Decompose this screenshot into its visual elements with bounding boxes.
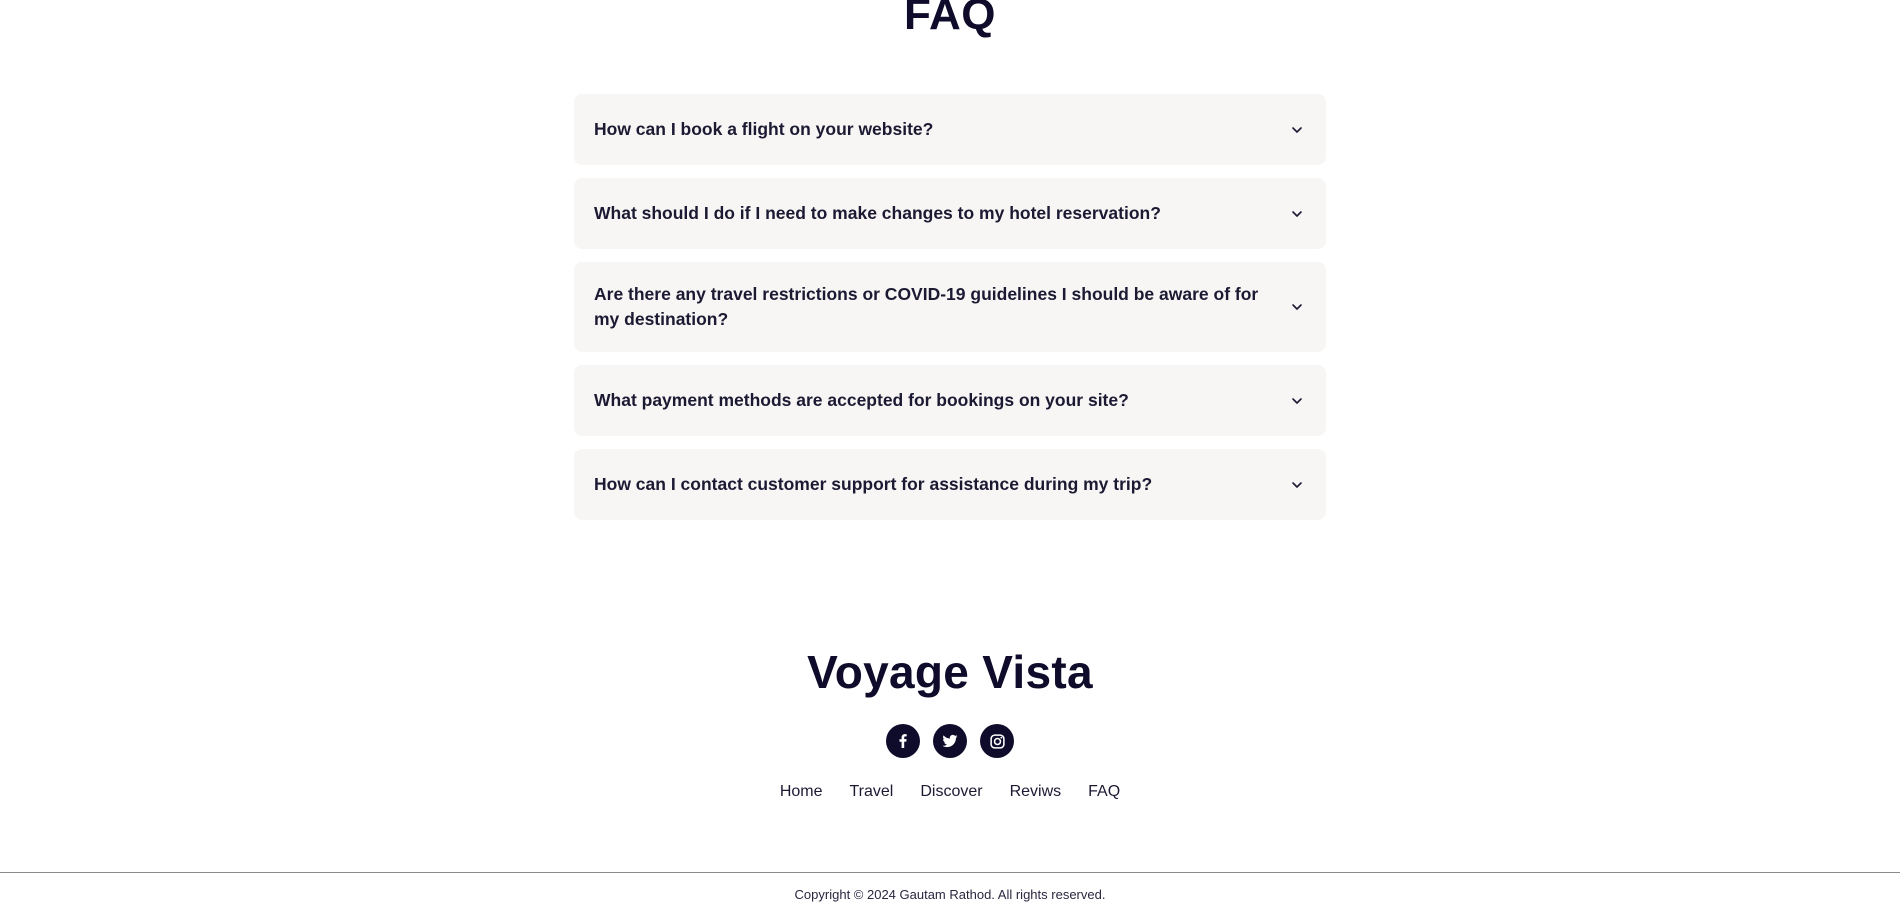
footer-nav: Home Travel Discover Reviws FAQ [0,783,1900,801]
faq-item[interactable]: How can I contact customer support for a… [574,449,1326,520]
twitter-icon [942,734,958,748]
footer-link-discover[interactable]: Discover [920,783,982,801]
chevron-down-icon [1292,481,1302,488]
facebook-icon [899,734,907,748]
instagram-icon [989,733,1005,749]
chevron-down-icon [1292,304,1302,310]
chevron-down-icon [1292,397,1302,404]
faq-question: What payment methods are accepted for bo… [594,390,1129,410]
footer-link-home[interactable]: Home [780,783,823,801]
footer-link-faq[interactable]: FAQ [1088,783,1120,801]
page: FAQ How can I book a flight on your webs… [0,0,1900,905]
facebook-link[interactable] [886,724,920,758]
footer-link-travel[interactable]: Travel [850,783,894,801]
faq-question: Are there any travel restrictions or COV… [594,284,1259,329]
twitter-link[interactable] [933,724,967,758]
chevron-down-icon [1292,126,1302,133]
faq-item[interactable]: What should I do if I need to make chang… [574,178,1326,249]
faq-question: How can I contact customer support for a… [594,474,1153,494]
faq-title: FAQ [904,0,996,39]
chevron-down-icon [1292,210,1302,217]
faq-item[interactable]: How can I book a flight on your website? [574,94,1326,165]
footer-divider [0,872,1900,873]
faq-question: What should I do if I need to make chang… [594,203,1161,223]
copyright-text: Copyright © 2024 Gautam Rathod. All righ… [794,887,1106,902]
faq-item[interactable]: What payment methods are accepted for bo… [574,365,1326,436]
faq-list: How can I book a flight on your website?… [574,94,1326,533]
social-links [0,724,1900,758]
instagram-link[interactable] [980,724,1014,758]
faq-question: How can I book a flight on your website? [594,119,934,139]
footer-brand: Voyage Vista [807,646,1093,698]
footer-link-reviews[interactable]: Reviws [1010,783,1062,801]
faq-item[interactable]: Are there any travel restrictions or COV… [574,262,1326,352]
